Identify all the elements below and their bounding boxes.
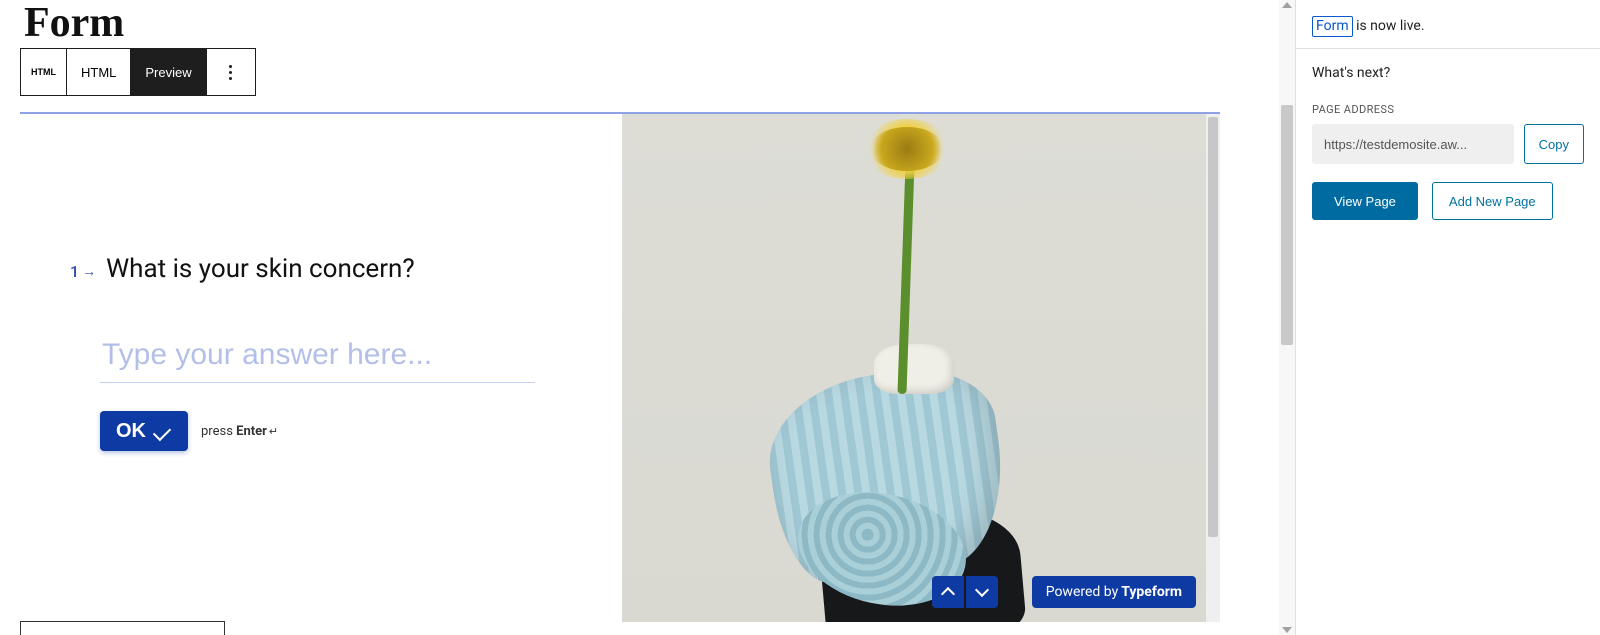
typeform-image-panel: Powered by Typeform	[622, 114, 1220, 622]
page-url-input[interactable]	[1312, 124, 1514, 164]
scroll-up-icon[interactable]	[1282, 2, 1292, 8]
block-type-html-icon[interactable]: HTML	[21, 49, 67, 95]
press-enter-hint: press Enter↵	[201, 424, 278, 439]
typeform-nav	[932, 576, 998, 608]
powered-by-typeform[interactable]: Powered by Typeform	[1032, 576, 1196, 608]
view-page-button[interactable]: View Page	[1312, 182, 1418, 220]
ok-button[interactable]: OK	[100, 411, 188, 451]
more-options-button[interactable]	[207, 49, 255, 95]
question-text: What is your skin concern?	[106, 254, 415, 284]
live-status: Form is now live.	[1296, 0, 1600, 49]
question-number: 1 →	[70, 262, 96, 281]
flower-head	[862, 119, 952, 179]
scrollbar-thumb[interactable]	[1208, 117, 1218, 537]
chevron-up-icon	[941, 587, 955, 601]
preview-tab[interactable]: Preview	[131, 49, 206, 95]
html-tab[interactable]: HTML	[67, 49, 131, 95]
page-live-link[interactable]: Form	[1312, 16, 1353, 37]
publish-sidebar: Form is now live. What's next? PAGE ADDR…	[1295, 0, 1600, 635]
page-address-label: PAGE ADDRESS	[1312, 103, 1584, 116]
block-toolbar: HTML HTML Preview	[20, 48, 256, 96]
preview-scrollbar[interactable]	[1206, 114, 1220, 622]
editor-area: Form HTML HTML Preview 1 → What is your …	[0, 0, 1295, 635]
chevron-down-icon	[975, 583, 989, 597]
arrow-right-icon: →	[82, 263, 96, 280]
status-bar	[20, 621, 225, 635]
add-new-page-button[interactable]: Add New Page	[1432, 182, 1553, 220]
scroll-down-icon[interactable]	[1282, 627, 1292, 633]
typeform-preview: 1 → What is your skin concern? OK press …	[20, 112, 1220, 622]
answer-input[interactable]	[100, 332, 535, 383]
white-clay	[874, 344, 954, 394]
vertical-dots-icon	[229, 65, 232, 80]
typeform-next-button[interactable]	[966, 576, 998, 608]
scrollbar-thumb[interactable]	[1281, 105, 1293, 345]
editor-scrollbar[interactable]	[1279, 0, 1295, 635]
typeform-question-panel: 1 → What is your skin concern? OK press …	[20, 114, 622, 622]
copy-button[interactable]: Copy	[1524, 124, 1584, 164]
typeform-prev-button[interactable]	[932, 576, 964, 608]
block-title: Form	[20, 0, 1275, 46]
check-icon	[154, 425, 172, 437]
whats-next-heading: What's next?	[1312, 65, 1584, 81]
